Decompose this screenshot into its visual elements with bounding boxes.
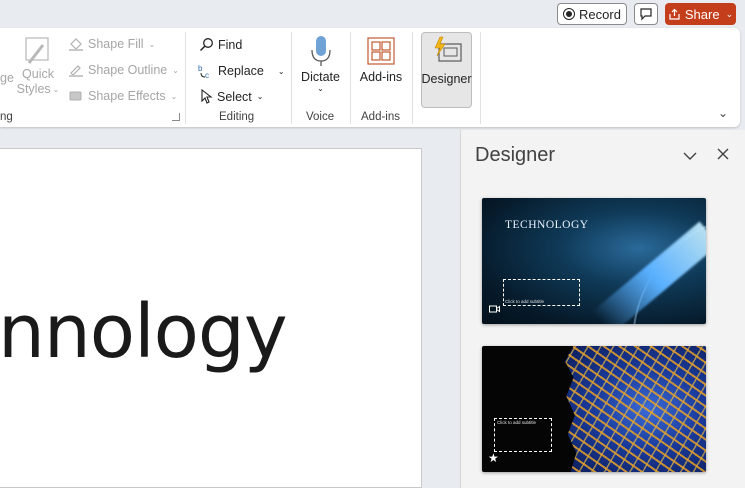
title-bar: Record Share ⌄ — [0, 0, 745, 28]
designer-button[interactable]: Designer — [421, 32, 472, 108]
video-camera-icon — [489, 305, 500, 315]
chevron-down-icon: ⌄ — [317, 84, 324, 93]
replace-label: Replace — [218, 64, 264, 78]
chevron-down-icon: ⌄ — [148, 39, 156, 49]
slide-canvas[interactable]: nnology — [0, 148, 422, 488]
design-thumbnail[interactable]: TECHNOLOGY Click to add subtitle — [482, 198, 706, 324]
quick-styles-label-1: Quick — [22, 67, 54, 81]
cursor-icon — [201, 89, 213, 104]
dictate-label: Dictate — [301, 70, 340, 84]
shape-effects-icon — [69, 91, 82, 101]
record-label: Record — [579, 6, 621, 22]
chevron-down-icon: ⌄ — [277, 66, 285, 76]
group-divider — [412, 32, 413, 124]
shape-effects-button[interactable]: Shape Effects ⌄ — [68, 89, 177, 103]
shape-fill-button[interactable]: Shape Fill ⌄ — [68, 37, 155, 51]
designer-icon — [434, 36, 462, 62]
designer-label: Designer — [421, 72, 472, 86]
dictate-button[interactable]: Dictate ⌄ — [299, 34, 342, 93]
share-icon — [669, 8, 680, 20]
find-button[interactable]: Find — [199, 37, 242, 52]
chevron-down-icon: ⌄ — [52, 85, 60, 94]
pencil-icon — [69, 65, 83, 77]
addins-icon — [367, 37, 395, 65]
quick-styles-button[interactable]: Quick Styles ⌄ — [16, 35, 60, 97]
close-icon[interactable] — [717, 144, 729, 165]
svg-text:b: b — [198, 64, 203, 73]
designer-pane: Designer TECHNOLOGY Click to add subtitl… — [460, 130, 745, 488]
record-button[interactable]: Record — [557, 3, 627, 25]
quick-styles-label-2: Styles — [16, 82, 51, 96]
editing-group-label: Editing — [219, 111, 255, 123]
design-thumbnail[interactable]: Click to add subtitle ★ — [482, 346, 706, 472]
ribbon-partial-label: ge — [0, 71, 14, 85]
drawing-group-label: ng — [0, 111, 13, 123]
group-divider — [291, 32, 292, 124]
find-label: Find — [218, 37, 243, 52]
group-divider — [185, 32, 186, 124]
replace-button[interactable]: bc Replace ⌄ — [198, 63, 285, 79]
slide-title-text[interactable]: nnology — [0, 289, 288, 375]
group-divider — [480, 32, 481, 124]
voice-group-label: Voice — [306, 111, 335, 123]
dialog-launcher-icon[interactable] — [172, 113, 180, 121]
circuit-board-graphic — [564, 346, 706, 472]
group-divider — [350, 32, 351, 124]
select-label: Select — [217, 89, 252, 104]
comment-icon — [640, 8, 652, 21]
select-button[interactable]: Select ⌄ — [199, 89, 263, 104]
quick-styles-icon — [25, 37, 49, 64]
ribbon: ge Quick Styles ⌄ Shape Fill ⌄ Shape Outli… — [0, 28, 740, 127]
chevron-down-icon: ⌄ — [256, 92, 264, 101]
paint-bucket-icon — [69, 38, 83, 51]
microphone-icon — [310, 36, 331, 66]
chevron-down-icon: ⌄ — [170, 91, 178, 101]
subtitle-placeholder-text: Click to add subtitle — [505, 299, 545, 304]
comments-button[interactable] — [634, 3, 658, 25]
chevron-down-icon: ⌄ — [172, 65, 179, 75]
slide-workspace: nnology — [0, 130, 460, 488]
svg-text:c: c — [205, 71, 209, 79]
shape-outline-button[interactable]: Shape Outline ⌄ — [68, 63, 179, 77]
record-icon — [563, 8, 576, 20]
search-icon — [199, 38, 213, 52]
thumbnail-title: TECHNOLOGY — [505, 219, 589, 231]
addins-button[interactable]: Add-ins — [358, 36, 404, 84]
replace-icon: bc — [198, 64, 209, 79]
chevron-down-icon[interactable] — [683, 148, 697, 164]
chevron-down-icon: ⌄ — [725, 8, 734, 19]
share-label: Share — [684, 6, 720, 22]
shape-effects-label: Shape Effects — [88, 89, 166, 103]
share-button[interactable]: Share ⌄ — [665, 3, 736, 25]
star-icon: ★ — [488, 451, 499, 465]
shape-fill-label: Shape Fill — [88, 37, 144, 51]
addins-label: Add-ins — [359, 70, 403, 84]
subtitle-placeholder-text: Click to add subtitle — [497, 420, 537, 425]
expand-ribbon-icon[interactable]: ⌄ — [718, 106, 728, 120]
shape-outline-label: Shape Outline — [88, 63, 168, 77]
addins-group-label: Add-ins — [361, 111, 400, 123]
pane-title: Designer — [475, 144, 556, 166]
